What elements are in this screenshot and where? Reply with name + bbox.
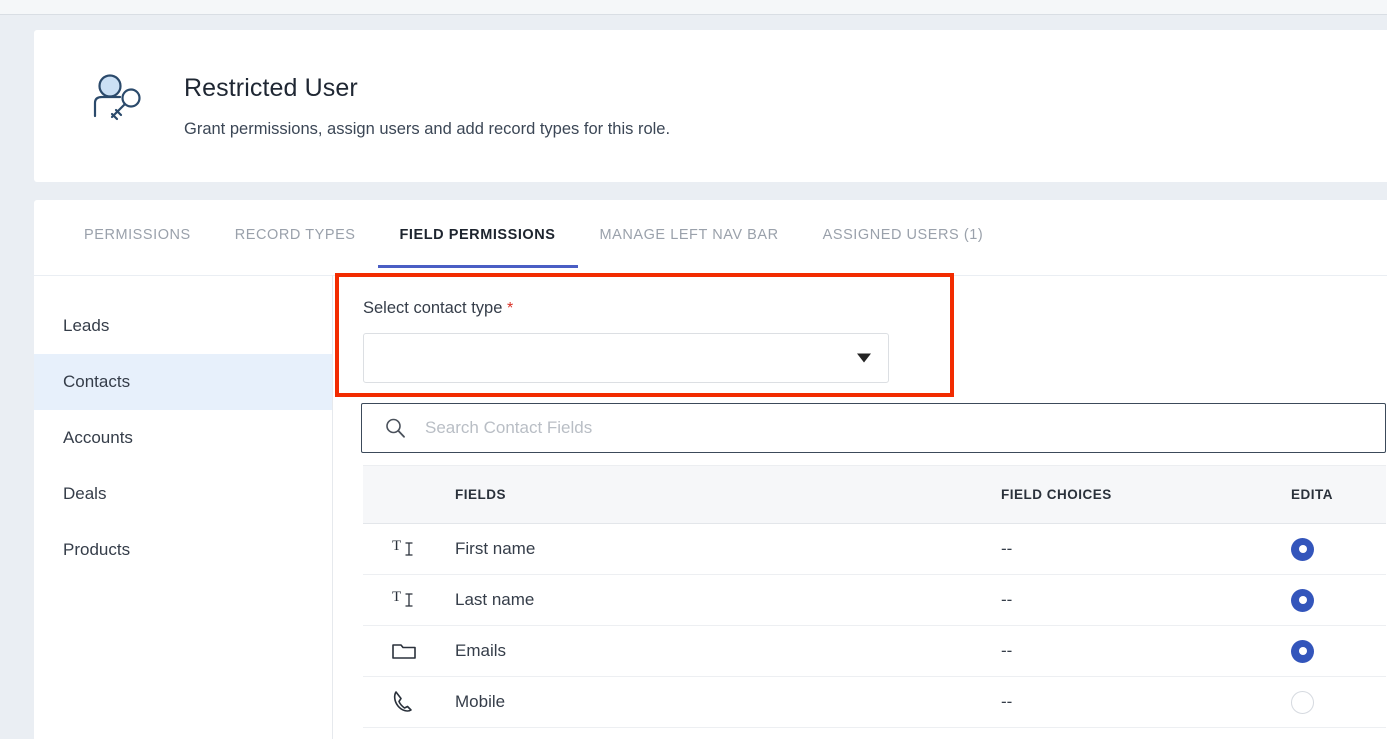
row-editable-cell <box>1291 523 1386 575</box>
page-subtitle: Grant permissions, assign users and add … <box>184 120 671 138</box>
sidebar-item-label: Leads <box>63 316 110 335</box>
module-sidebar: Leads Contacts Accounts Deals Products <box>34 276 333 739</box>
tab-assigned-users[interactable]: ASSIGNED USERS (1) <box>801 226 1006 268</box>
row-field-name: First name <box>455 523 1001 575</box>
tab-bar: PERMISSIONS RECORD TYPES FIELD PERMISSIO… <box>62 200 1005 275</box>
column-header-fields: FIELDS <box>455 465 1001 524</box>
sidebar-item-accounts[interactable]: Accounts <box>34 410 332 466</box>
row-field-choices: -- <box>1001 574 1291 626</box>
table-row: T Last name -- <box>363 574 1386 626</box>
row-field-type-cell: T <box>363 523 455 575</box>
phone-icon <box>391 689 417 715</box>
row-editable-cell <box>1291 574 1386 626</box>
table-body: T First name -- T Last name -- Emails --… <box>363 523 1386 728</box>
sidebar-item-label: Accounts <box>63 428 133 447</box>
search-input[interactable] <box>425 418 1245 438</box>
row-editable-cell <box>1291 676 1386 728</box>
row-field-type-cell <box>363 676 455 728</box>
row-field-type-cell: T <box>363 574 455 626</box>
contact-type-field-group: Select contact type * <box>363 297 890 383</box>
sidebar-item-contacts[interactable]: Contacts <box>34 354 332 410</box>
contact-type-label: Select contact type * <box>363 297 890 320</box>
tab-permissions[interactable]: PERMISSIONS <box>62 226 213 268</box>
row-field-choices: -- <box>1001 625 1291 677</box>
sidebar-item-label: Contacts <box>63 372 131 391</box>
row-field-choices: -- <box>1001 676 1291 728</box>
search-icon <box>384 417 406 439</box>
sidebar-item-label: Deals <box>63 484 107 503</box>
field-permissions-panel: Leads Contacts Accounts Deals Products S… <box>34 276 1387 739</box>
tab-field-permissions[interactable]: FIELD PERMISSIONS <box>377 226 578 268</box>
role-header-text: Restricted User Grant permissions, assig… <box>184 72 670 140</box>
table-row: Mobile -- <box>363 676 1386 728</box>
tab-bar-card: PERMISSIONS RECORD TYPES FIELD PERMISSIO… <box>34 200 1387 275</box>
folder-icon <box>391 638 417 664</box>
user-key-icon <box>88 70 150 132</box>
chevron-down-icon <box>857 353 871 363</box>
table-header-row: FIELDS FIELD CHOICES EDITA <box>363 465 1386 524</box>
row-field-type-cell <box>363 625 455 677</box>
table-row: T First name -- <box>363 523 1386 575</box>
row-field-name: Last name <box>455 574 1001 626</box>
required-asterisk: * <box>507 300 514 317</box>
field-permissions-table: FIELDS FIELD CHOICES EDITA T First name … <box>363 465 1386 728</box>
svg-text:T: T <box>392 589 401 605</box>
sidebar-item-products[interactable]: Products <box>34 522 332 578</box>
sidebar-item-leads[interactable]: Leads <box>34 298 332 354</box>
role-header-card: Restricted User Grant permissions, assig… <box>34 30 1387 182</box>
tab-manage-left-nav-bar[interactable]: MANAGE LEFT NAV BAR <box>578 226 801 268</box>
svg-text:T: T <box>392 538 401 554</box>
field-permissions-table-wrapper: FIELDS FIELD CHOICES EDITA T First name … <box>363 465 1386 728</box>
text-field-icon: T <box>391 536 417 562</box>
window-top-strip <box>0 0 1387 15</box>
column-header-editable: EDITA <box>1291 465 1386 524</box>
page-title: Restricted User <box>184 74 358 102</box>
search-contact-fields-box[interactable] <box>361 403 1386 453</box>
row-field-name: Mobile <box>455 676 1001 728</box>
app-viewport: Restricted User Grant permissions, assig… <box>0 0 1387 739</box>
table-row: Emails -- <box>363 625 1386 677</box>
row-editable-cell <box>1291 625 1386 677</box>
editable-radio-on[interactable] <box>1291 537 1314 561</box>
editable-radio-on[interactable] <box>1291 639 1314 663</box>
editable-radio-off[interactable] <box>1291 690 1314 714</box>
table-head: FIELDS FIELD CHOICES EDITA <box>363 465 1386 524</box>
editable-radio-on[interactable] <box>1291 588 1314 612</box>
column-header-field-choices: FIELD CHOICES <box>1001 465 1291 524</box>
row-field-choices: -- <box>1001 523 1291 575</box>
tab-record-types[interactable]: RECORD TYPES <box>213 226 378 268</box>
fields-main-panel: Select contact type * Search Contact Fie… <box>333 276 1387 739</box>
sidebar-item-deals[interactable]: Deals <box>34 466 332 522</box>
column-header-icon <box>363 465 455 524</box>
contact-type-select[interactable] <box>363 333 889 383</box>
sidebar-item-label: Products <box>63 540 131 559</box>
contact-type-label-text: Select contact type <box>363 299 503 317</box>
text-field-icon: T <box>391 587 417 613</box>
row-field-name: Emails <box>455 625 1001 677</box>
